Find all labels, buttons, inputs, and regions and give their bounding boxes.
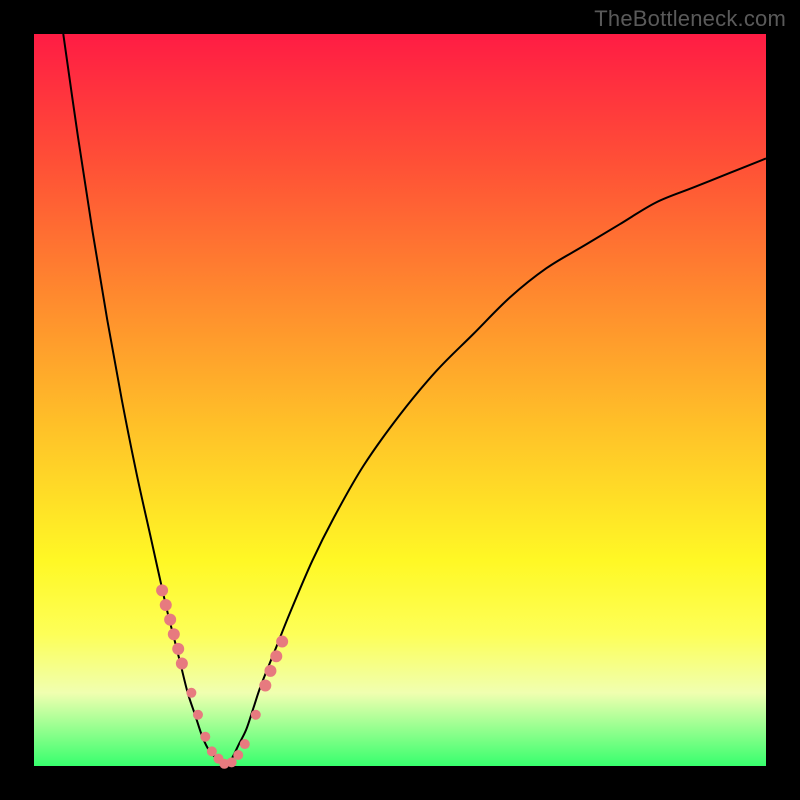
curve-right-branch — [224, 158, 766, 766]
scatter-point — [193, 710, 203, 720]
scatter-point — [200, 732, 210, 742]
scatter-point — [186, 688, 196, 698]
scatter-point — [259, 679, 271, 691]
scatter-point — [156, 584, 168, 596]
scatter-point — [164, 614, 176, 626]
scatter-points — [156, 584, 288, 768]
scatter-point — [276, 636, 288, 648]
scatter-point — [176, 658, 188, 670]
scatter-point — [251, 710, 261, 720]
chart-area — [34, 34, 766, 766]
scatter-point — [160, 599, 172, 611]
scatter-point — [168, 628, 180, 640]
curve-left-branch — [63, 34, 224, 766]
scatter-point — [172, 643, 184, 655]
scatter-point — [264, 665, 276, 677]
scatter-point — [233, 750, 243, 760]
chart-svg — [34, 34, 766, 766]
scatter-point — [240, 739, 250, 749]
watermark-text: TheBottleneck.com — [594, 6, 786, 32]
scatter-point — [270, 650, 282, 662]
